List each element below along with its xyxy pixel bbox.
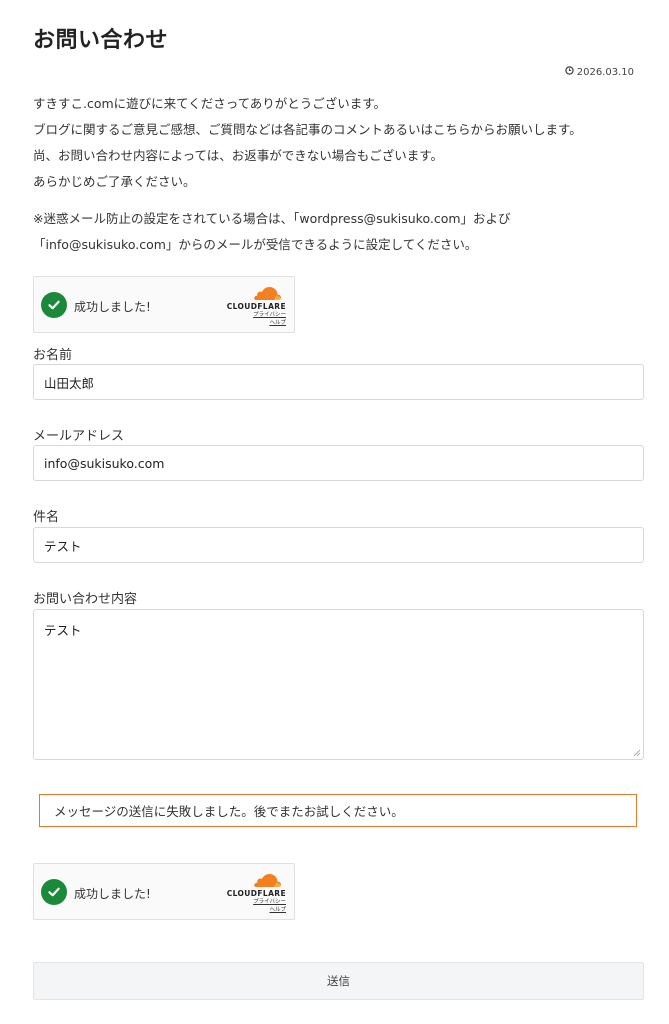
privacy-link[interactable]: プライバシー (220, 311, 286, 319)
notice-line: 「info@sukisuko.com」からのメールが受信できるように設定してくだ… (33, 237, 478, 252)
cloudflare-cloud-icon (254, 874, 282, 887)
name-label: お名前 (33, 348, 73, 363)
intro-line: あらかじめご了承ください。 (33, 174, 196, 189)
spam-notice: ※迷惑メール防止の設定をされている場合は、「wordpress@sukisuko… (33, 206, 643, 258)
subject-label: 件名 (33, 510, 60, 525)
subject-input[interactable]: テスト (33, 527, 644, 563)
success-check-icon (41, 879, 67, 905)
turnstile-status: 成功しました! (74, 887, 151, 901)
page-title: お問い合わせ (33, 28, 169, 53)
intro-line: ブログに関するご意見ご感想、ご質問などは各記事のコメントあるいはこちらからお願い… (33, 122, 582, 137)
post-date: 2026.03.10 (565, 66, 634, 78)
post-date-text: 2026.03.10 (576, 66, 634, 78)
message-text: テスト (44, 623, 82, 638)
help-link[interactable]: ヘルプ (220, 906, 286, 914)
cloudflare-logo: CLOUDFLARE プライバシー ヘルプ (220, 872, 286, 914)
cloudflare-wordmark: CLOUDFLARE (226, 302, 286, 311)
message-textarea[interactable]: テスト (33, 609, 644, 760)
email-label: メールアドレス (33, 429, 125, 444)
turnstile-status: 成功しました! (74, 300, 151, 314)
clock-icon (565, 66, 574, 78)
intro-text: すきすこ.comに遊びに来てくださってありがとうございます。 ブログに関するご意… (33, 91, 643, 195)
name-input[interactable]: 山田太郎 (33, 364, 644, 400)
cloudflare-turnstile-widget[interactable]: 成功しました! CLOUDFLARE プライバシー ヘルプ (33, 276, 295, 333)
help-link[interactable]: ヘルプ (220, 319, 286, 327)
success-check-icon (41, 292, 67, 318)
cloudflare-turnstile-widget[interactable]: 成功しました! CLOUDFLARE プライバシー ヘルプ (33, 863, 295, 920)
error-message: メッセージの送信に失敗しました。後でまたお試しください。 (39, 794, 637, 827)
submit-button[interactable]: 送信 (33, 962, 644, 1000)
intro-line: 尚、お問い合わせ内容によっては、お返事ができない場合もございます。 (33, 148, 444, 163)
cloudflare-cloud-icon (254, 287, 282, 300)
privacy-link[interactable]: プライバシー (220, 898, 286, 906)
cloudflare-wordmark: CLOUDFLARE (226, 889, 286, 898)
notice-line: ※迷惑メール防止の設定をされている場合は、「wordpress@sukisuko… (33, 211, 511, 226)
email-input[interactable]: info@sukisuko.com (33, 445, 644, 481)
resize-handle-icon[interactable] (633, 749, 641, 757)
message-label: お問い合わせ内容 (33, 592, 138, 607)
intro-line: すきすこ.comに遊びに来てくださってありがとうございます。 (33, 96, 387, 111)
cloudflare-logo: CLOUDFLARE プライバシー ヘルプ (220, 285, 286, 327)
